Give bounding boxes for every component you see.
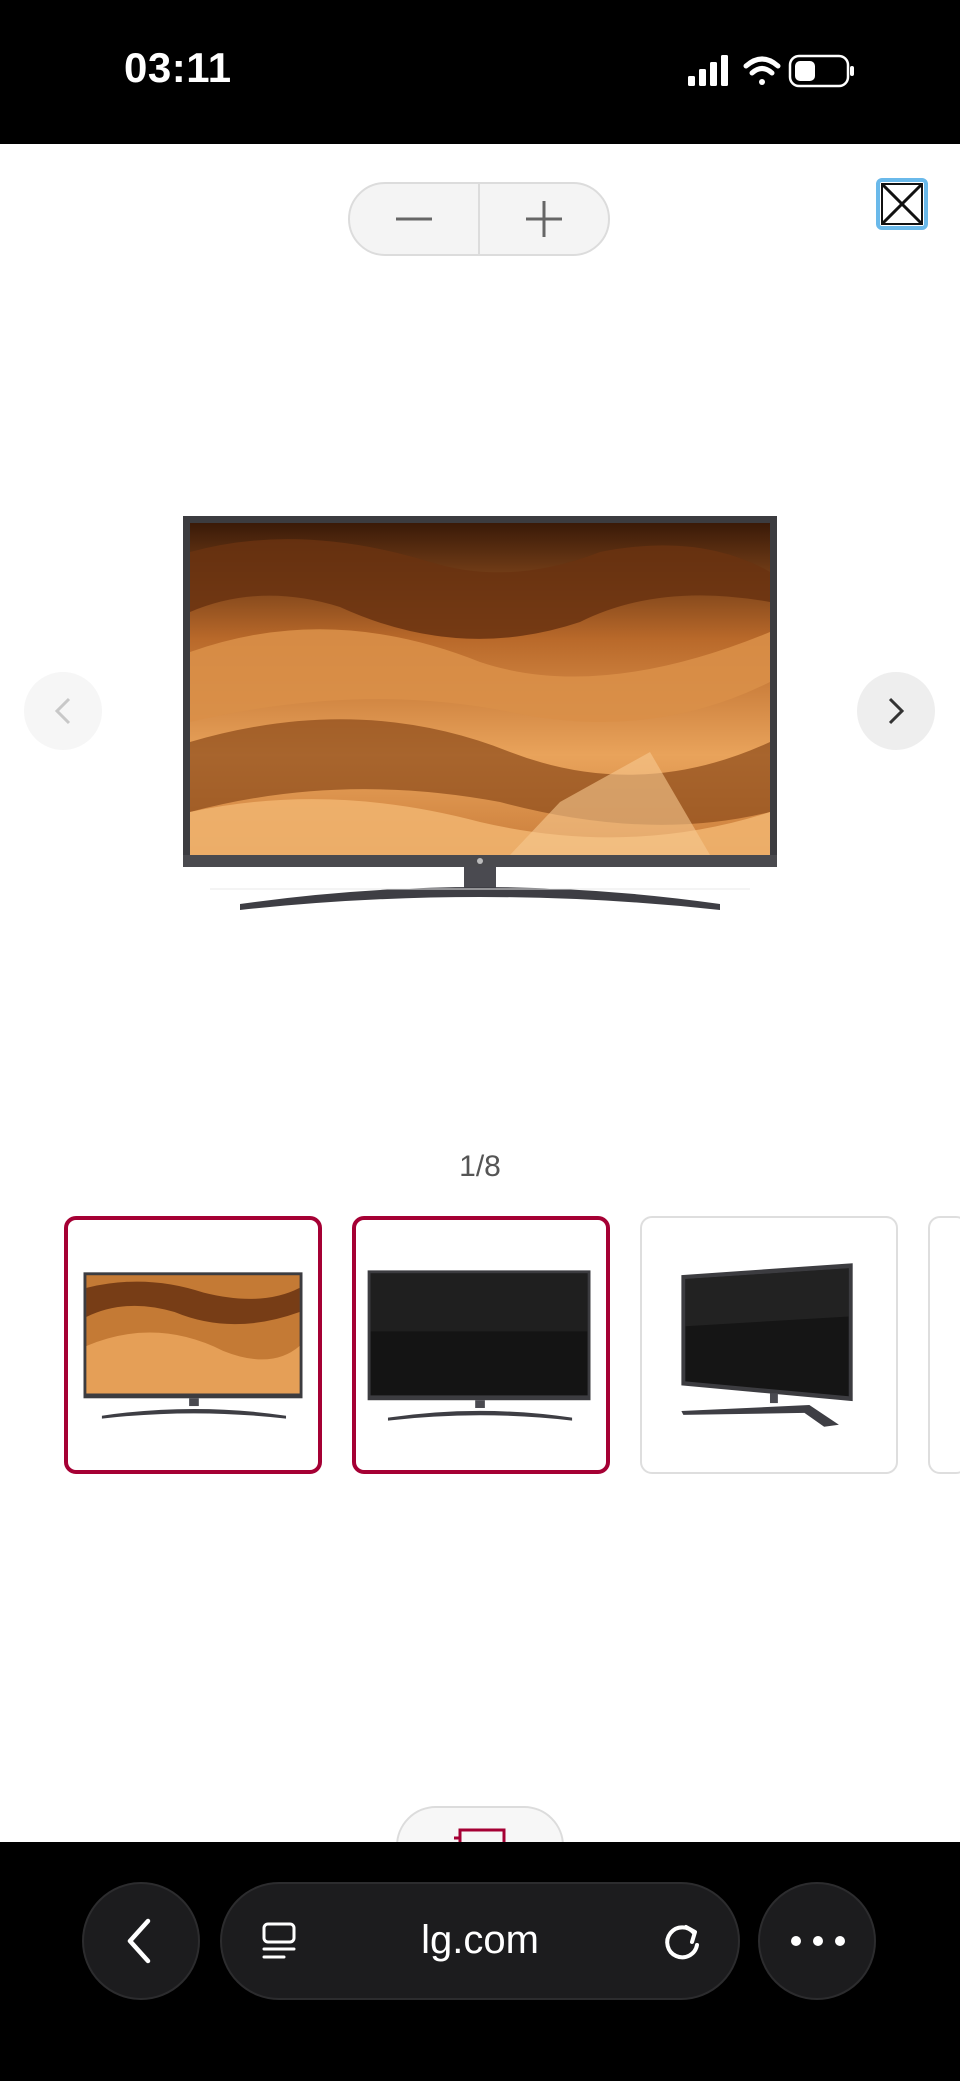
previous-image-button[interactable] xyxy=(24,672,102,750)
thumbnail-2[interactable] xyxy=(352,1216,610,1474)
product-image xyxy=(180,512,780,920)
tv-angled-thumbnail xyxy=(681,1263,853,1427)
signal-icon xyxy=(688,55,728,86)
minus-icon xyxy=(396,217,432,221)
battery-icon xyxy=(788,54,854,88)
plus-icon xyxy=(526,201,562,237)
zoom-in-button[interactable] xyxy=(478,184,608,254)
thumbnail-3[interactable] xyxy=(640,1216,898,1474)
status-bar: 03:11 xyxy=(0,0,960,144)
close-button[interactable] xyxy=(876,178,928,230)
zoom-out-button[interactable] xyxy=(350,184,478,254)
chevron-left-icon xyxy=(127,1918,151,1964)
wifi-icon xyxy=(743,56,781,85)
status-icons xyxy=(680,52,880,92)
thumbnail-1[interactable] xyxy=(64,1216,322,1474)
reload-icon[interactable] xyxy=(658,1917,706,1965)
tv-black-thumbnail xyxy=(367,1270,591,1421)
chevron-left-icon xyxy=(54,697,71,725)
close-icon xyxy=(881,183,923,225)
chevron-right-icon xyxy=(888,697,905,725)
browser-toolbar: lg.com xyxy=(0,1842,960,2081)
zoom-control xyxy=(348,182,610,256)
slide-counter: 1/8 xyxy=(459,1150,501,1183)
more-options-button[interactable] xyxy=(758,1882,876,2000)
more-icon xyxy=(791,1936,845,1946)
status-time: 03:11 xyxy=(124,44,232,91)
next-image-button[interactable] xyxy=(857,672,935,750)
thumbnail-4[interactable] xyxy=(928,1216,960,1474)
browser-back-button[interactable] xyxy=(82,1882,200,2000)
tv-desert-thumbnail xyxy=(83,1272,303,1419)
address-bar[interactable]: lg.com xyxy=(220,1882,740,2000)
